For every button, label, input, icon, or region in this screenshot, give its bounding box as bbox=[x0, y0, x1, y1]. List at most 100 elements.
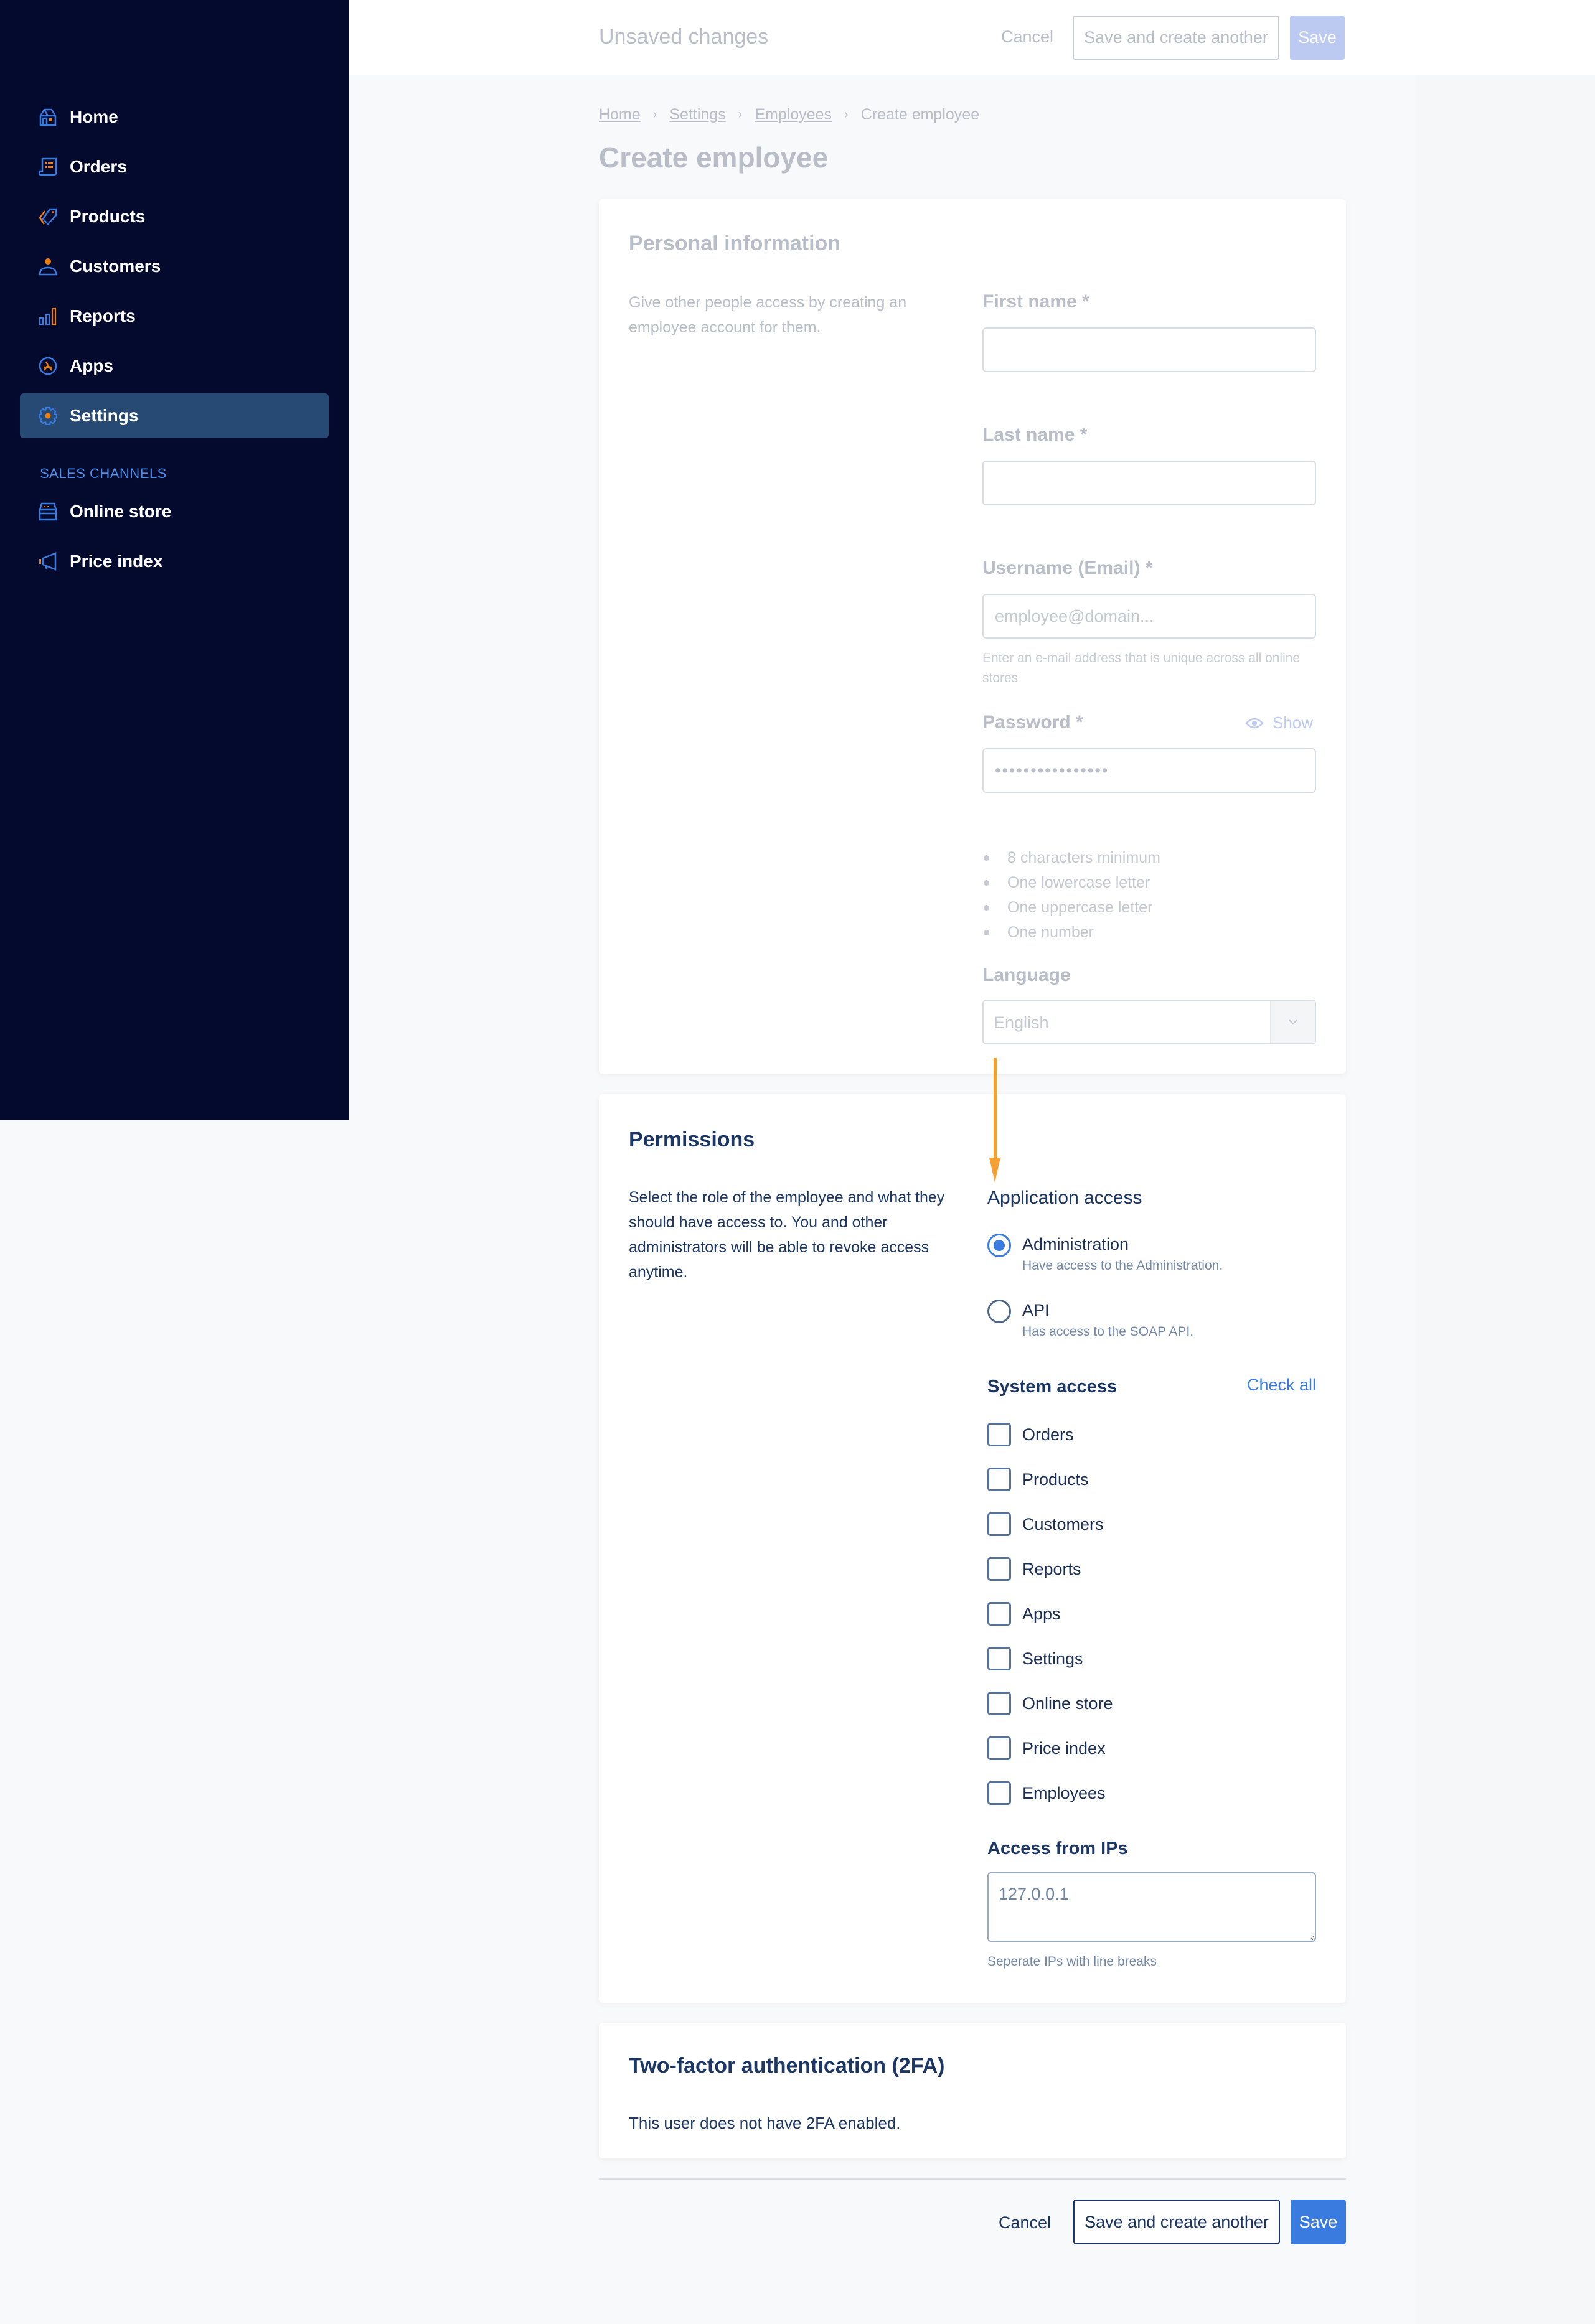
username-email-input[interactable] bbox=[982, 594, 1316, 639]
sidebar-item-customers[interactable]: Customers bbox=[20, 244, 329, 289]
chevron-right-icon: › bbox=[738, 108, 743, 121]
role-help-text: Has access to the SOAP API. bbox=[1022, 1324, 1194, 1339]
checkbox[interactable] bbox=[987, 1781, 1011, 1805]
sidebar-item-label: Orders bbox=[70, 157, 127, 176]
language-select[interactable]: English bbox=[982, 1000, 1316, 1044]
store-icon bbox=[39, 502, 57, 521]
checkbox-label: Price index bbox=[1022, 1739, 1106, 1758]
checkbox-label: Customers bbox=[1022, 1515, 1104, 1534]
radio-button[interactable] bbox=[987, 1300, 1011, 1323]
sidebar-item-settings[interactable]: Settings bbox=[20, 393, 329, 438]
checkbox-label: Products bbox=[1022, 1470, 1089, 1489]
checkbox-label: Employees bbox=[1022, 1784, 1106, 1802]
person-icon bbox=[39, 258, 57, 276]
password-rule: One number bbox=[982, 920, 1160, 945]
unsaved-changes-title: Unsaved changes bbox=[599, 25, 769, 49]
eye-icon bbox=[1245, 718, 1264, 728]
page-title: Create employee bbox=[599, 141, 829, 174]
sidebar-item-orders[interactable]: Orders bbox=[20, 144, 329, 189]
breadcrumb: Home › Settings › Employees › Create emp… bbox=[599, 106, 979, 124]
last-name-input[interactable] bbox=[982, 461, 1316, 505]
checkbox[interactable] bbox=[987, 1602, 1011, 1626]
username-label: Username (Email) * bbox=[982, 558, 1153, 578]
sidebar-item-label: Price index bbox=[70, 551, 163, 571]
annotation-arrow-icon bbox=[989, 1058, 1000, 1183]
role-label: API bbox=[1022, 1301, 1050, 1319]
password-rule: 8 characters minimum bbox=[982, 845, 1160, 870]
two-factor-status: This user does not have 2FA enabled. bbox=[629, 2114, 901, 2132]
checkbox-label: Orders bbox=[1022, 1425, 1074, 1444]
header-cancel-button[interactable]: Cancel bbox=[1001, 27, 1053, 47]
orders-icon bbox=[39, 157, 57, 176]
footer-save-button[interactable]: Save bbox=[1291, 2200, 1346, 2244]
unsaved-changes-bar: Unsaved changes Cancel Save and create a… bbox=[349, 0, 1595, 75]
breadcrumb-settings-link[interactable]: Settings bbox=[669, 106, 725, 124]
first-name-label: First name * bbox=[982, 291, 1089, 312]
sales-channels-heading: SALES CHANNELS bbox=[40, 466, 167, 481]
sidebar-item-reports[interactable]: Reports bbox=[20, 294, 329, 339]
ip-help-text: Seperate IPs with line breaks bbox=[987, 1954, 1157, 1969]
breadcrumb-home-link[interactable]: Home bbox=[599, 106, 641, 124]
sidebar-item-label: Home bbox=[70, 107, 118, 126]
apps-icon bbox=[39, 357, 57, 375]
checkbox[interactable] bbox=[987, 1736, 1011, 1760]
header-save-and-create-another-button[interactable]: Save and create another bbox=[1073, 16, 1279, 60]
show-password-label: Show bbox=[1273, 713, 1314, 732]
sidebar: Home Orders Products Customers Reports A… bbox=[0, 0, 349, 1120]
first-name-input[interactable] bbox=[982, 327, 1316, 372]
sidebar-item-label: Products bbox=[70, 207, 146, 226]
checkbox-label: Online store bbox=[1022, 1694, 1113, 1713]
access-from-ips-textarea[interactable]: 127.0.0.1 bbox=[987, 1872, 1316, 1942]
bar-chart-icon bbox=[39, 307, 57, 326]
checkbox[interactable] bbox=[987, 1423, 1011, 1446]
checkbox[interactable] bbox=[987, 1557, 1011, 1581]
permissions-card: Permissions Select the role of the emplo… bbox=[599, 1094, 1346, 2003]
system-access-heading: System access bbox=[987, 1377, 1117, 1397]
checkbox[interactable] bbox=[987, 1647, 1011, 1670]
personal-information-title: Personal information bbox=[629, 232, 841, 255]
sidebar-item-online-store[interactable]: Online store bbox=[20, 489, 329, 534]
sidebar-item-label: Settings bbox=[70, 406, 139, 425]
chevron-down-icon bbox=[1288, 1019, 1297, 1025]
application-access-heading: Application access bbox=[987, 1188, 1142, 1208]
username-help-text: Enter an e-mail address that is unique a… bbox=[982, 651, 1301, 685]
two-factor-card: Two-factor authentication (2FA) This use… bbox=[599, 2023, 1346, 2158]
sidebar-item-label: Online store bbox=[70, 502, 172, 521]
two-factor-title: Two-factor authentication (2FA) bbox=[629, 2054, 945, 2078]
last-name-label: Last name * bbox=[982, 424, 1088, 445]
sidebar-item-price-index[interactable]: Price index bbox=[20, 539, 329, 584]
role-help-text: Have access to the Administration. bbox=[1022, 1258, 1223, 1273]
footer-divider bbox=[599, 2178, 1346, 2180]
home-icon bbox=[39, 108, 57, 126]
personal-information-card: Personal information Give other people a… bbox=[599, 199, 1346, 1074]
checkbox[interactable] bbox=[987, 1692, 1011, 1715]
radio-button-checked[interactable] bbox=[987, 1234, 1011, 1257]
checkbox-label: Reports bbox=[1022, 1560, 1081, 1578]
password-rules-list: 8 characters minimum One lowercase lette… bbox=[982, 845, 1160, 945]
checkbox-label: Settings bbox=[1022, 1649, 1083, 1668]
permissions-description: Select the role of the employee and what… bbox=[629, 1189, 945, 1281]
right-background-band bbox=[1416, 75, 1595, 2324]
permissions-title: Permissions bbox=[629, 1128, 755, 1151]
sidebar-item-home[interactable]: Home bbox=[20, 95, 329, 139]
footer-cancel-button[interactable]: Cancel bbox=[999, 2213, 1051, 2233]
header-save-button[interactable]: Save bbox=[1290, 16, 1345, 60]
password-rule: One uppercase letter bbox=[982, 895, 1160, 920]
checkbox[interactable] bbox=[987, 1512, 1011, 1536]
password-input[interactable] bbox=[982, 748, 1316, 793]
password-label: Password * bbox=[982, 712, 1083, 733]
sidebar-item-label: Customers bbox=[70, 256, 161, 276]
check-all-link[interactable]: Check all bbox=[1247, 1375, 1316, 1395]
language-dropdown-button[interactable] bbox=[1270, 1001, 1315, 1043]
personal-information-description: Give other people access by creating an … bbox=[629, 294, 907, 336]
breadcrumb-current: Create employee bbox=[860, 106, 980, 123]
sidebar-item-label: Apps bbox=[70, 356, 113, 375]
checkbox[interactable] bbox=[987, 1468, 1011, 1491]
language-selected-value: English bbox=[994, 1013, 1049, 1032]
gear-icon bbox=[39, 406, 57, 425]
sidebar-item-apps[interactable]: Apps bbox=[20, 344, 329, 388]
sidebar-item-products[interactable]: Products bbox=[20, 194, 329, 239]
breadcrumb-employees-link[interactable]: Employees bbox=[755, 106, 832, 124]
footer-save-and-create-another-button[interactable]: Save and create another bbox=[1073, 2200, 1280, 2244]
show-password-toggle[interactable]: Show bbox=[1245, 713, 1313, 733]
